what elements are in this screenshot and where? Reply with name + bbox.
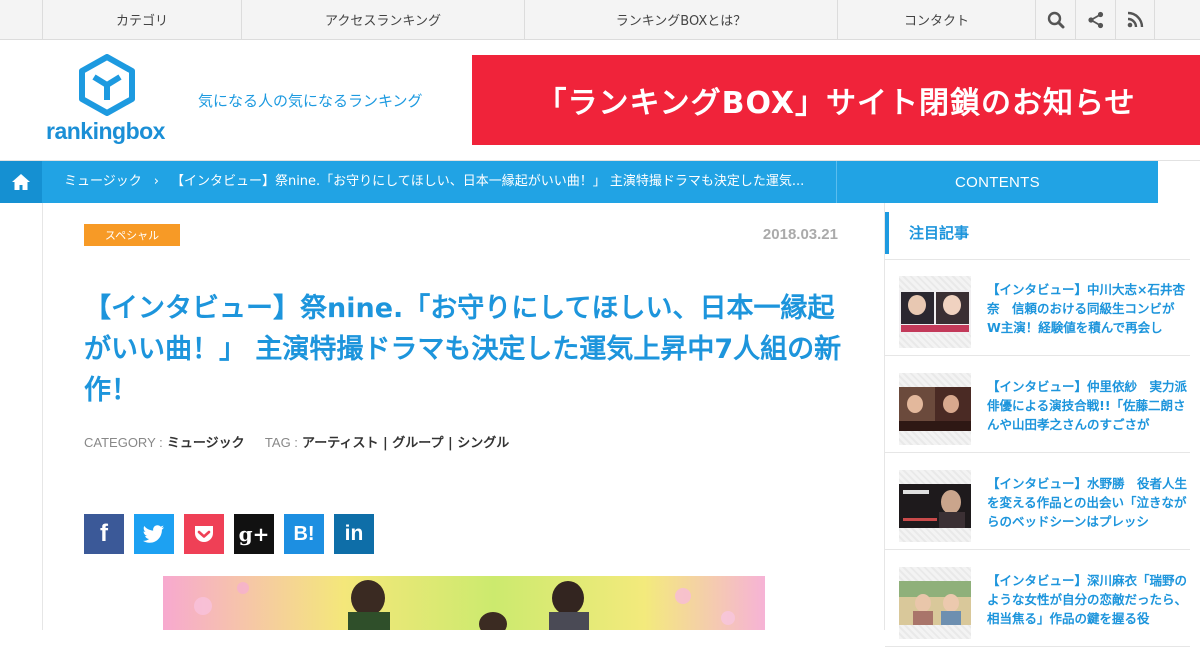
- article-thumbnail: [899, 290, 971, 334]
- nav-item-contact[interactable]: コンタクト: [837, 0, 1035, 39]
- sidebar-article-title: 【インタビュー】深川麻衣「瑞野のような女性が自分の恋敵だったら、相当焦る」作品の…: [987, 573, 1187, 626]
- linkedin-icon: in: [344, 522, 364, 545]
- sidebar-article-title: 【インタビュー】水野勝 役者人生を変える作品との出会い「泣きながらのベッドシーン…: [987, 476, 1187, 529]
- contents-button[interactable]: CONTENTS: [836, 161, 1158, 203]
- site-logo[interactable]: rankingbox: [40, 52, 182, 148]
- tag-label: TAG :: [264, 435, 298, 450]
- category-badge[interactable]: スペシャル: [84, 224, 180, 246]
- sidebar-article-item[interactable]: 【インタビュー】水野勝 役者人生を変える作品との出会い「泣きながらのベッドシーン…: [885, 454, 1190, 550]
- breadcrumb-category-link[interactable]: ミュージック: [64, 174, 142, 189]
- sidebar-article-title: 【インタビュー】仲里依紗 実力派俳優による演技合戦!!「佐藤二朗さんや山田孝之さ…: [987, 379, 1187, 432]
- breadcrumb: ミュージック › 【インタビュー】祭nine.「お守りにしてほしい、日本一縁起がいい…: [64, 161, 809, 203]
- home-button[interactable]: [0, 161, 42, 203]
- pocket-icon: [195, 526, 213, 542]
- article-thumbnail: [899, 581, 971, 625]
- sidebar-heading: 注目記事: [885, 212, 1190, 254]
- sidebar-article-item[interactable]: 【インタビュー】仲里依紗 実力派俳優による演技合戦!!「佐藤二朗さんや山田孝之さ…: [885, 357, 1190, 453]
- article-title: 【インタビュー】祭nine.「お守りにしてほしい、日本一縁起がいい曲！」 主演特…: [84, 293, 842, 406]
- category-link[interactable]: ミュージック: [167, 436, 245, 451]
- home-icon: [12, 174, 30, 190]
- google-plus-share-button[interactable]: g+: [234, 514, 274, 554]
- twitter-icon: [143, 525, 164, 543]
- share-icon: [1087, 11, 1103, 28]
- twitter-share-button[interactable]: [134, 514, 174, 554]
- search-icon: [1047, 11, 1064, 28]
- pocket-share-button[interactable]: [184, 514, 224, 554]
- contents-label: CONTENTS: [955, 173, 1040, 191]
- article-thumbnail: [899, 484, 971, 528]
- box-logo-icon: [79, 54, 135, 116]
- nav-item-label: コンタクト: [903, 14, 969, 29]
- divider: [885, 355, 1190, 356]
- article-hero-image: [163, 576, 765, 630]
- hero-photo-placeholder: [194, 580, 735, 630]
- sidebar-article-item[interactable]: 【インタビュー】深川麻衣「瑞野のような女性が自分の恋敵だったら、相当焦る」作品の…: [885, 551, 1190, 647]
- hatena-icon: B!: [293, 522, 315, 545]
- site-tagline: 気になる人の気になるランキング: [198, 92, 423, 110]
- rss-button[interactable]: [1115, 0, 1155, 39]
- top-navigation: カテゴリ アクセスランキング ランキングBOXとは？ コンタクト: [0, 0, 1200, 40]
- nav-item-label: ランキングBOXとは？: [615, 14, 747, 29]
- nav-item-label: アクセスランキング: [325, 14, 441, 29]
- post-date: 2018.03.21: [762, 226, 838, 243]
- divider: [885, 452, 1190, 453]
- search-button[interactable]: [1035, 0, 1075, 39]
- logo-wordmark: rankingbox: [46, 118, 165, 144]
- share-button[interactable]: [1075, 0, 1115, 39]
- site-closure-banner[interactable]: 「ランキングBOX」サイト閉鎖のお知らせ: [472, 55, 1200, 145]
- nav-item-about[interactable]: ランキングBOXとは？: [524, 0, 837, 39]
- linkedin-share-button[interactable]: in: [334, 514, 374, 554]
- facebook-icon: f: [100, 520, 108, 547]
- category-label: CATEGORY :: [84, 435, 163, 450]
- article-thumbnail: [899, 387, 971, 431]
- breadcrumb-bar: ミュージック › 【インタビュー】祭nine.「お守りにしてほしい、日本一縁起がいい…: [0, 161, 1158, 203]
- nav-item-category[interactable]: カテゴリ: [42, 0, 241, 39]
- rss-icon: [1127, 11, 1143, 28]
- divider: [885, 549, 1190, 550]
- nav-item-access-ranking[interactable]: アクセスランキング: [241, 0, 524, 39]
- sidebar-article-title: 【インタビュー】中川大志×石井杏奈 信頼のおける同級生コンビがW主演！経験値を積…: [987, 282, 1185, 335]
- chevron-right-icon: ›: [153, 174, 159, 189]
- sidebar-article-item[interactable]: 【インタビュー】中川大志×石井杏奈 信頼のおける同級生コンビがW主演！経験値を積…: [885, 260, 1190, 356]
- article-meta: CATEGORY : ミュージック TAG : アーティスト | グループ | …: [84, 432, 509, 451]
- banner-text: 「ランキングBOX」サイト閉鎖のお知らせ: [536, 86, 1136, 121]
- facebook-share-button[interactable]: f: [84, 514, 124, 554]
- google-plus-icon: g+: [238, 522, 270, 546]
- breadcrumb-current: 【インタビュー】祭nine.「お守りにしてほしい、日本一縁起がいい曲！」 主演特…: [170, 174, 805, 189]
- hatena-share-button[interactable]: B!: [284, 514, 324, 554]
- tag-links[interactable]: アーティスト | グループ | シングル: [302, 436, 509, 451]
- divider: [42, 203, 43, 630]
- nav-item-label: カテゴリ: [115, 14, 168, 29]
